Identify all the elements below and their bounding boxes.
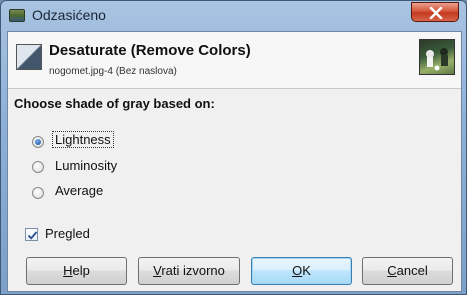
cancel-button[interactable]: Cancel — [362, 257, 453, 285]
radio-luminosity[interactable] — [32, 161, 44, 173]
close-icon — [429, 7, 443, 19]
radio-luminosity-label[interactable]: Luminosity — [55, 158, 117, 173]
reset-button[interactable]: Vrati izvorno — [138, 257, 240, 285]
dialog-body: Desaturate (Remove Colors) nogomet.jpg-4… — [7, 31, 462, 292]
image-thumbnail — [419, 39, 455, 75]
radio-average[interactable] — [32, 187, 44, 199]
radio-lightness[interactable] — [32, 136, 44, 148]
preview-checkbox[interactable] — [25, 228, 38, 241]
app-icon — [9, 9, 25, 22]
window-title: Odzasićeno — [32, 7, 106, 23]
preview-label[interactable]: Pregled — [45, 226, 90, 241]
close-button[interactable] — [411, 2, 459, 22]
image-name: nogomet.jpg-4 (Bez naslova) — [49, 66, 177, 77]
dialog-window: Odzasićeno Desaturate (Remove Colors) no… — [0, 0, 467, 295]
desaturate-icon — [16, 44, 42, 70]
help-button[interactable]: Help — [26, 257, 127, 285]
radio-average-label[interactable]: Average — [55, 183, 103, 198]
checkmark-icon — [27, 231, 38, 240]
title-bar[interactable]: Odzasićeno — [1, 1, 466, 31]
shade-section-label: Choose shade of gray based on: — [14, 96, 215, 111]
filter-header: Desaturate (Remove Colors) nogomet.jpg-4… — [8, 32, 461, 88]
ok-button[interactable]: OK — [251, 257, 352, 285]
radio-lightness-label[interactable]: Lightness — [52, 131, 114, 148]
header-separator — [8, 88, 461, 89]
filter-title: Desaturate (Remove Colors) — [49, 42, 251, 59]
